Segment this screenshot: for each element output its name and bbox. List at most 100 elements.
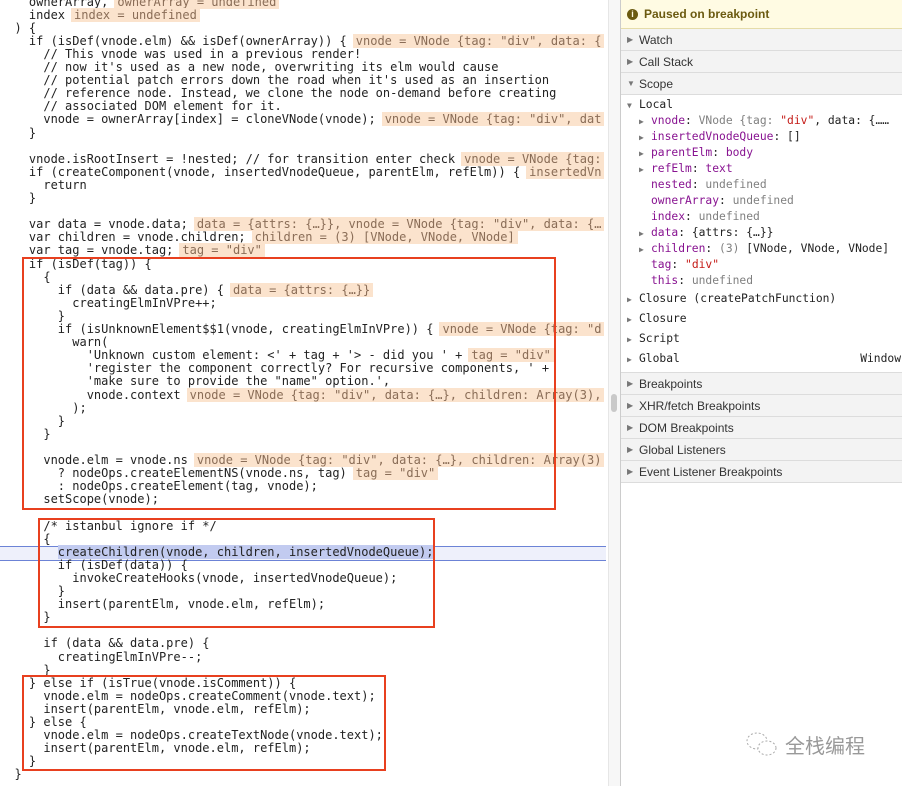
colon: : [678,274,692,287]
triangle-right-icon: ▶ [639,149,644,158]
code-text: if (createComponent(vnode, insertedVnode… [0,164,521,179]
code-text: } [0,426,51,441]
code-line: { [0,532,50,546]
triangle-right-icon: ▶ [627,445,634,454]
triangle-right-icon: ▶ [627,467,634,476]
wechat-icon [746,732,777,755]
code-line: } [0,126,36,140]
var-string: "div" [685,258,720,271]
code-text: } else if (isTrue(vnode.isComment)) { [0,675,297,690]
section-call-stack[interactable]: ▶ Call Stack [621,51,902,73]
var-name: tag [651,258,672,271]
section-xhr-fetch-breakpoints[interactable]: ▶ XHR/fetch Breakpoints [621,395,902,417]
code-text: } [0,308,66,323]
colon: : [691,162,706,175]
paused-banner: i Paused on breakpoint [621,0,902,29]
code-text: } [0,413,66,428]
code-line: vnode.context vnode = VNode {tag: "div", … [0,387,605,402]
var-name: this [651,274,679,287]
section-watch[interactable]: ▶ Watch [621,29,902,51]
scope-label: Script [639,332,680,345]
section-breakpoints[interactable]: ▶ Breakpoints [621,373,902,395]
scope-var-children[interactable]: ▶ children: (3) [VNode, VNode, VNode] [621,241,902,257]
section-dom-breakpoints[interactable]: ▶ DOM Breakpoints [621,417,902,439]
var-value: (3) [719,242,747,255]
code-text: creatingElmInVPre--; [0,649,203,664]
code-text: var data = vnode.data; [0,217,188,232]
code-text: } else { [0,715,87,729]
inline-value: children = (3) [VNode, VNode, VNode] [251,230,518,245]
scope-var-ownerArray: ownerArray: undefined [621,193,902,209]
scope-var-index: index: undefined [621,209,902,225]
colon: : [719,194,733,207]
scope-tree: ▼ Local ▶ vnode: VNode {tag: "div", data: {… [621,95,902,373]
code-text: var tag = vnode.tag; [0,243,174,258]
code-text: vnode.elm = nodeOps.createComment(vnode.… [0,688,376,703]
section-label: Event Listener Breakpoints [639,464,783,479]
var-value: undefined [732,194,794,207]
code-text: creatingElmInVPre++; [0,295,217,310]
scope-closure-createpatchfunction[interactable]: ▶ Closure (createPatchFunction) [621,289,902,309]
var-name: insertedVnodeQueue [651,130,774,143]
triangle-right-icon: ▶ [627,355,632,364]
var-value: VNode {tag: [698,114,781,127]
triangle-right-icon: ▶ [627,35,634,44]
scope-var-vnode[interactable]: ▶ vnode: VNode {tag: "div", data: {…… [621,113,902,129]
code-text: } [0,662,51,677]
var-value: undefined [698,210,760,223]
colon: : [671,258,686,271]
code-text: // associated DOM element for it. [0,99,282,114]
scope-global[interactable]: ▶ Global Window [621,349,902,369]
code-text: setScope(vnode); [0,492,159,507]
section-event-listener-breakpoints[interactable]: ▶ Event Listener Breakpoints [621,461,902,483]
code-text: // now it's used as a new node, overwrit… [0,60,499,74]
paused-statement: createChildren(vnode, children, inserted… [57,544,434,559]
var-value: undefined [691,274,754,287]
code-text: vnode.elm = vnode.ns [0,453,188,467]
code-line: vnode = ownerArray[index] = cloneVNode(v… [0,112,605,127]
inline-value: vnode = VNode {tag: [461,151,605,166]
code-text: ); [0,400,87,415]
scope-local[interactable]: ▼ Local [621,97,902,113]
scope-script[interactable]: ▶ Script [621,329,902,349]
code-text: 'make sure to provide the "name" option.… [0,374,391,389]
scope-label: Global [639,352,680,365]
scope-var-data[interactable]: ▶ data: {attrs: {…}} [621,225,902,241]
code-text: if (isDef(tag)) { [0,256,152,271]
code-line: } [0,426,51,441]
scope-local-label: Local [639,98,674,111]
code-line: } [0,191,36,205]
code-text: } [0,767,22,782]
section-label: Scope [639,76,674,91]
triangle-right-icon: ▶ [627,335,632,344]
colon: : [685,210,699,223]
code-text: if (isDef(data)) { [0,557,188,572]
code-text: 'register the component correctly? For r… [0,361,550,376]
triangle-right-icon: ▶ [627,401,634,410]
code-text: vnode.context [0,387,181,402]
scope-var-parentElm[interactable]: ▶ parentElm: body [621,145,902,161]
source-code-editor[interactable]: ownerArray, ownerArray = undefined index i… [0,0,606,786]
triangle-down-icon: ▼ [627,79,635,88]
var-value-rest: [VNode, VNode, VNode] [746,242,890,255]
code-scrollbar[interactable] [608,0,620,786]
scope-closure[interactable]: ▶ Closure [621,309,902,329]
inline-value: vnode = VNode {tag: "d [439,322,605,336]
code-text: warn( [0,335,109,350]
section-global-listeners[interactable]: ▶ Global Listeners [621,439,902,461]
code-text: insert(parentElm, vnode.elm, refElm); [0,741,311,756]
section-scope[interactable]: ▼ Scope [621,73,902,95]
scope-var-refElm[interactable]: ▶ refElm: text [621,161,902,177]
scrollbar-thumb[interactable] [611,394,617,412]
global-value: Window [860,352,901,365]
scope-label: Closure [639,312,687,325]
code-text: : nodeOps.createElement(tag, vnode); [0,479,318,494]
scope-var-insertedVnodeQueue[interactable]: ▶ insertedVnodeQueue: [] [621,129,902,145]
var-string: "div" [780,114,815,127]
code-text: { [0,269,51,284]
var-name: ownerArray [651,194,720,207]
section-label: Watch [639,32,673,47]
inline-value: data = {attrs: {…}}, vnode = VNode {tag:… [193,217,605,232]
code-line: } [0,611,50,624]
code-line: if (createComponent(vnode, insertedVnode… [0,164,605,179]
